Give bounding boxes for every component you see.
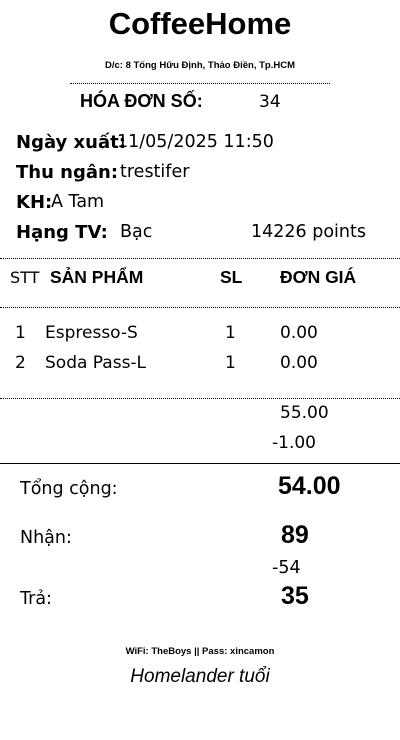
row-product: Espresso-S — [45, 323, 138, 343]
divider — [0, 463, 400, 464]
row-stt: 1 — [15, 323, 26, 343]
row-product: Soda Pass-L — [45, 353, 147, 373]
wifi-info: WiFi: TheBoys || Pass: xincamon — [125, 646, 275, 657]
invoice-number: 34 — [259, 92, 281, 112]
total-label: Tổng cộng: — [20, 479, 118, 499]
divider — [0, 398, 400, 399]
shop-address: D/c: 8 Tống Hữu Định, Thảo Điền, Tp.HCM — [104, 60, 295, 71]
row-qty: 1 — [225, 323, 236, 343]
received-note: -54 — [272, 558, 301, 578]
shop-name: CoffeeHome — [108, 6, 292, 41]
cashier-value: trestifer — [120, 162, 190, 182]
divider — [0, 258, 400, 259]
discount-value: -1.00 — [272, 433, 316, 453]
divider — [70, 83, 330, 84]
received-label: Nhận: — [20, 528, 72, 548]
column-header-product: SẢN PHẨM — [50, 267, 144, 287]
column-header-price: ĐƠN GIÁ — [280, 267, 357, 287]
change-value: 35 — [281, 582, 309, 610]
received-value: 89 — [281, 521, 309, 549]
slogan: Homelander tuổi — [130, 666, 270, 687]
tier-value: Bạc — [120, 222, 153, 242]
divider — [0, 307, 400, 308]
subtotal-value: 55.00 — [280, 403, 329, 423]
tier-label: Hạng TV: — [16, 222, 108, 243]
total-value: 54.00 — [278, 472, 341, 500]
row-price: 0.00 — [280, 353, 318, 373]
change-label: Trả: — [20, 589, 52, 609]
date-label: Ngày xuất: — [16, 132, 126, 153]
cashier-label: Thu ngân: — [16, 162, 119, 183]
row-qty: 1 — [225, 353, 236, 373]
customer-value: A Tam — [51, 192, 105, 212]
column-header-stt: STT — [10, 268, 40, 287]
customer-label: KH: — [16, 192, 53, 213]
points-value: 14226 points — [251, 222, 366, 242]
row-price: 0.00 — [280, 323, 318, 343]
invoice-label: HÓA ĐƠN SỐ: — [80, 91, 203, 111]
date-value: 11/05/2025 11:50 — [117, 132, 274, 152]
column-header-qty: SL — [220, 267, 243, 287]
row-stt: 2 — [15, 353, 26, 373]
